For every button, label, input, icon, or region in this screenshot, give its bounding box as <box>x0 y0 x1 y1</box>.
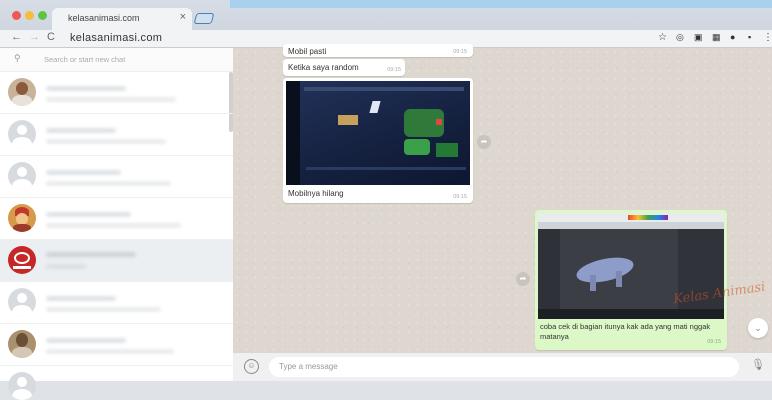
window-close-button[interactable] <box>12 11 21 20</box>
tab-bar-decoration <box>230 0 772 8</box>
message-time: 09:15 <box>707 339 721 345</box>
tab-title: kelasanimasi.com <box>68 13 140 23</box>
avatar <box>8 330 36 358</box>
back-icon[interactable]: ← <box>11 31 22 43</box>
chat-list-item[interactable] <box>0 114 233 156</box>
message-text: Ketika saya random <box>288 63 359 72</box>
scroll-down-button[interactable]: ⌄ <box>748 318 768 338</box>
avatar <box>8 246 36 274</box>
conversation-panel: Mobil pasti 09:15 Ketika saya random 09:… <box>233 44 772 353</box>
chevron-down-icon: ⌄ <box>754 323 762 333</box>
window-maximize-button[interactable] <box>38 11 47 20</box>
avatar <box>8 372 36 400</box>
extension-icon[interactable]: ▣ <box>694 32 703 43</box>
avatar <box>8 78 36 106</box>
url-field[interactable]: kelasanimasi.com <box>70 32 162 44</box>
image-caption: coba cek di bagian itunya kak ada yang m… <box>540 322 711 341</box>
incoming-message: Ketika saya random 09:15 <box>283 59 405 76</box>
search-bar[interactable]: ⚲ Search or start new chat <box>0 48 233 72</box>
compose-bar: ☺ Type a message 🎙 <box>233 353 772 381</box>
extension-icon[interactable]: ▦ <box>712 32 721 43</box>
extension-icon[interactable]: ● <box>730 32 735 42</box>
chat-list-item[interactable] <box>0 198 233 240</box>
avatar <box>8 204 36 232</box>
star-icon[interactable]: ☆ <box>658 32 667 43</box>
chat-list-sidebar: ⚲ Search or start new chat <box>0 48 233 400</box>
new-tab-button[interactable] <box>193 13 215 24</box>
extension-icon[interactable]: ▪ <box>748 32 751 42</box>
message-time: 09:15 <box>453 49 467 55</box>
avatar <box>8 120 36 148</box>
image-caption: Mobilnya hilang <box>288 189 344 198</box>
mic-icon[interactable]: 🎙 <box>751 358 765 371</box>
search-input[interactable]: Search or start new chat <box>44 55 125 64</box>
extension-icon[interactable]: ◎ <box>676 32 684 43</box>
tab-close-icon[interactable]: × <box>180 11 186 23</box>
window-minimize-button[interactable] <box>25 11 34 20</box>
chat-list-item[interactable] <box>0 324 233 366</box>
forward-icon[interactable]: ➦ <box>516 272 530 286</box>
reload-icon[interactable]: C <box>47 31 55 43</box>
incoming-message: Mobil pasti 09:15 <box>283 44 473 57</box>
outgoing-image-message[interactable]: coba cek di bagian itunya kak ada yang m… <box>535 210 727 350</box>
message-time: 09:15 <box>387 67 401 73</box>
avatar <box>8 288 36 316</box>
browser-tab-bar: kelasanimasi.com × <box>0 0 772 30</box>
forward-icon[interactable]: ➦ <box>477 135 491 149</box>
message-time: 09:15 <box>453 194 467 200</box>
chat-list-item[interactable] <box>0 156 233 198</box>
search-icon: ⚲ <box>14 53 21 63</box>
message-text: Mobil pasti <box>288 47 327 56</box>
browser-tab[interactable]: kelasanimasi.com × <box>52 8 192 30</box>
chat-list-item[interactable] <box>0 72 233 114</box>
chat-list-item-active[interactable] <box>0 240 233 282</box>
emoji-icon[interactable]: ☺ <box>244 359 259 374</box>
menu-icon[interactable]: ⋮ <box>763 32 772 43</box>
chat-list-item[interactable] <box>0 366 233 400</box>
incoming-image-message[interactable]: Mobilnya hilang 09:15 <box>283 78 473 203</box>
avatar <box>8 162 36 190</box>
message-input[interactable]: Type a message <box>269 357 739 377</box>
message-input-placeholder: Type a message <box>279 362 338 371</box>
forward-icon[interactable]: → <box>29 31 40 43</box>
video-thumbnail[interactable] <box>286 81 470 185</box>
chat-list-item[interactable] <box>0 282 233 324</box>
